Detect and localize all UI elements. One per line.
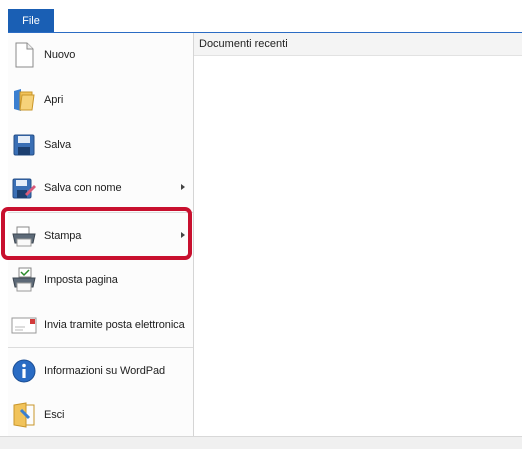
- menu-item-label: Informazioni su WordPad: [44, 365, 165, 377]
- menu-item-label: Salva: [44, 139, 72, 151]
- menu-item-nuovo[interactable]: Nuovo: [8, 37, 193, 73]
- menu-item-label: Apri: [44, 94, 64, 106]
- open-folder-icon: [10, 86, 38, 114]
- menu-item-label: Stampa: [44, 230, 82, 242]
- menu-item-salva[interactable]: Salva: [8, 127, 193, 163]
- menu-item-label: Imposta pagina: [44, 274, 118, 286]
- submenu-arrow-icon: [181, 184, 185, 190]
- menu-separator: [8, 212, 193, 213]
- email-icon: [10, 311, 38, 339]
- menu-item-salva-con-nome[interactable]: Salva con nome: [8, 170, 193, 206]
- save-icon: [10, 131, 38, 159]
- status-bar: [0, 436, 522, 449]
- file-menu: Nuovo Apri Salva Salva con nome Stampa I…: [8, 33, 194, 436]
- save-as-icon: [10, 174, 38, 202]
- menu-item-invia-posta[interactable]: Invia tramite posta elettronica: [8, 307, 193, 343]
- menu-item-label: Nuovo: [44, 49, 76, 61]
- submenu-arrow-icon: [181, 232, 185, 238]
- menu-item-informazioni[interactable]: Informazioni su WordPad: [8, 353, 193, 389]
- menu-separator: [8, 347, 193, 348]
- printer-icon: [10, 222, 38, 250]
- recent-documents-header: Documenti recenti: [194, 33, 522, 56]
- menu-item-stampa[interactable]: Stampa: [8, 218, 193, 254]
- info-icon: [10, 357, 38, 385]
- page-setup-icon: [10, 266, 38, 294]
- menu-item-apri[interactable]: Apri: [8, 82, 193, 118]
- recent-documents-panel: Documenti recenti: [194, 33, 522, 436]
- recent-documents-title: Documenti recenti: [199, 38, 288, 50]
- new-document-icon: [10, 41, 38, 69]
- exit-icon: [10, 401, 38, 429]
- file-tab[interactable]: File: [8, 9, 54, 33]
- menu-item-esci[interactable]: Esci: [8, 397, 193, 433]
- menu-item-label: Invia tramite posta elettronica: [44, 319, 185, 331]
- title-area: File: [0, 0, 522, 33]
- menu-item-imposta-pagina[interactable]: Imposta pagina: [8, 262, 193, 298]
- menu-item-label: Esci: [44, 409, 65, 421]
- menu-item-label: Salva con nome: [44, 182, 122, 194]
